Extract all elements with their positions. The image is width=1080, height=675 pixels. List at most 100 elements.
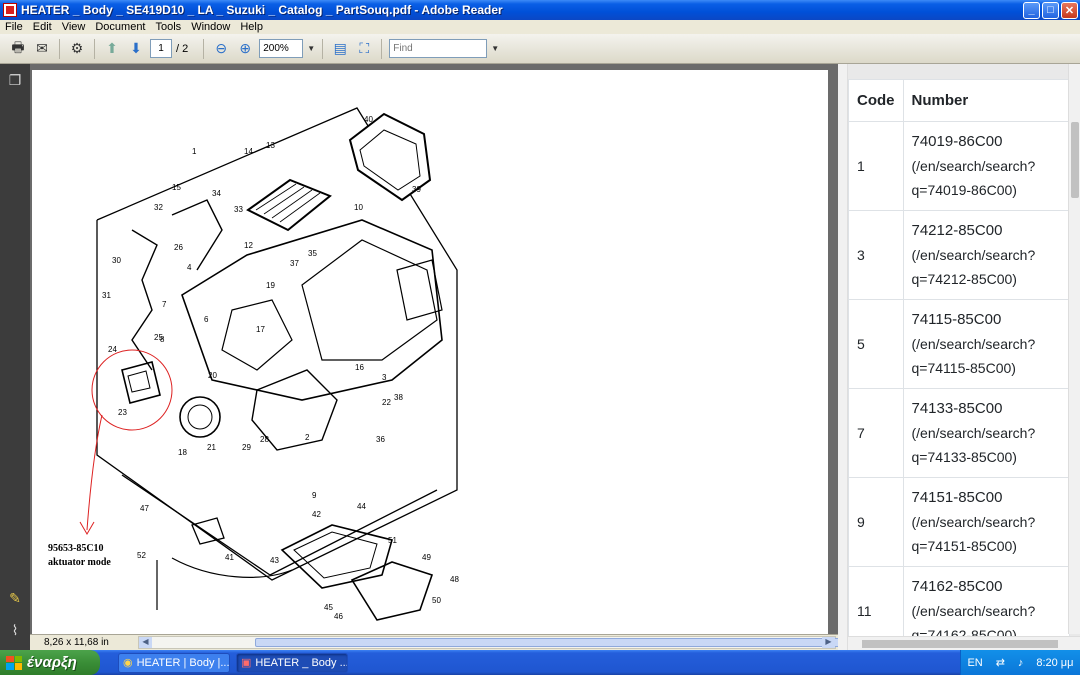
- chrome-icon: ◉: [123, 657, 133, 669]
- next-page-icon[interactable]: ⬇: [126, 39, 146, 59]
- scroll-right-icon[interactable]: ▶: [822, 637, 835, 648]
- svg-text:45: 45: [324, 603, 333, 612]
- browser-window-partial: Code Number 1 74019-86C00 (/en/search/sea…: [838, 64, 1080, 656]
- scroll-thumb[interactable]: [862, 640, 1058, 648]
- part-link[interactable]: (/en/search/search?: [912, 599, 1062, 623]
- svg-text:9: 9: [312, 491, 317, 500]
- fullscreen-icon[interactable]: ⛶: [354, 39, 374, 59]
- menu-edit[interactable]: Edit: [28, 21, 57, 33]
- collaborate-icon[interactable]: ⚙: [67, 39, 87, 59]
- part-number-cell[interactable]: 74212-85C00 (/en/search/search? q=74212-85…: [902, 210, 1070, 300]
- toolbar: 🖶 ✉ ⚙ ⬆ ⬇ / 2 ⊖ ⊕ ▼ ▤ ⛶ ▼: [0, 34, 1080, 64]
- part-query[interactable]: q=74133-85C00): [912, 445, 1062, 469]
- menu-tools[interactable]: Tools: [151, 21, 187, 33]
- svg-text:37: 37: [290, 259, 299, 268]
- find-input[interactable]: [389, 39, 488, 58]
- svg-text:13: 13: [266, 141, 275, 150]
- svg-text:52: 52: [137, 551, 146, 560]
- taskbar-item-label: HEATER | Body |...: [136, 656, 230, 669]
- part-number[interactable]: 74133-85C00: [912, 397, 1062, 421]
- part-code: 7: [848, 388, 904, 478]
- comments-icon[interactable]: ✎: [7, 590, 23, 608]
- part-code: 3: [848, 210, 904, 300]
- menu-help[interactable]: Help: [235, 21, 268, 33]
- pdf-icon: ▣: [241, 657, 252, 669]
- svg-text:39: 39: [412, 185, 421, 194]
- table-row: 3 74212-85C00 (/en/search/search? q=74212-…: [848, 210, 1070, 300]
- part-number[interactable]: 74019-86C00: [912, 130, 1062, 154]
- start-button[interactable]: έναρξη: [0, 650, 100, 675]
- part-query[interactable]: q=74151-85C00): [912, 534, 1062, 558]
- menu-document[interactable]: Document: [90, 21, 150, 33]
- zoom-in-icon[interactable]: ⊕: [235, 39, 255, 59]
- share-icon[interactable]: ✉: [32, 39, 52, 59]
- menu-view[interactable]: View: [57, 21, 91, 33]
- part-number[interactable]: 74151-85C00: [912, 486, 1062, 510]
- language-indicator[interactable]: EN: [967, 657, 982, 669]
- pdf-page[interactable]: 123 467 8 9 10 12 13 14 15 16 17 18 19 20 21 22 23…: [32, 70, 828, 634]
- chevron-down-icon[interactable]: ▼: [491, 39, 499, 59]
- taskbar-item-label: HEATER _ Body ...: [255, 656, 348, 669]
- fit-page-icon[interactable]: ▤: [330, 39, 350, 59]
- zoom-input[interactable]: [259, 39, 304, 58]
- page-size-label: 8,26 x 11,68 in: [44, 637, 109, 648]
- svg-text:22: 22: [382, 398, 391, 407]
- menu-bar: File Edit View Document Tools Window Hel…: [0, 20, 1080, 34]
- vertical-scrollbar[interactable]: [1068, 64, 1080, 634]
- network-icon[interactable]: ⇄: [996, 656, 1005, 669]
- part-number[interactable]: 74162-85C00: [912, 575, 1062, 599]
- minimize-button[interactable]: _: [1023, 1, 1040, 19]
- svg-text:23: 23: [118, 408, 127, 417]
- column-header-code: Code: [848, 79, 904, 122]
- pages-icon[interactable]: ❐: [7, 72, 23, 90]
- svg-text:36: 36: [376, 435, 385, 444]
- zoom-out-icon[interactable]: ⊖: [211, 39, 231, 59]
- horizontal-scrollbar[interactable]: ◀ ▶: [138, 636, 945, 649]
- svg-text:41: 41: [225, 553, 234, 562]
- svg-text:18: 18: [178, 448, 187, 457]
- svg-text:6: 6: [204, 315, 209, 324]
- table-header-row: Code Number: [848, 79, 1070, 122]
- scroll-left-icon[interactable]: ◀: [139, 637, 152, 648]
- taskbar-item-reader[interactable]: ▣ HEATER _ Body ...: [236, 652, 348, 673]
- part-number-cell[interactable]: 74115-85C00 (/en/search/search? q=74115-85…: [902, 299, 1070, 389]
- window-title: HEATER _ Body _ SE419D10 _ LA _ Suzuki _…: [21, 3, 503, 17]
- part-link[interactable]: (/en/search/search?: [912, 421, 1062, 445]
- menu-file[interactable]: File: [0, 21, 28, 33]
- part-number-cell[interactable]: 74019-86C00 (/en/search/search? q=74019-86…: [902, 121, 1070, 211]
- part-link[interactable]: (/en/search/search?: [912, 243, 1062, 267]
- svg-text:42: 42: [312, 510, 321, 519]
- print-icon[interactable]: 🖶: [8, 39, 28, 59]
- part-query[interactable]: q=74115-85C00): [912, 356, 1062, 380]
- previous-page-icon[interactable]: ⬆: [102, 39, 122, 59]
- taskbar-item-browser[interactable]: ◉ HEATER | Body |...: [118, 652, 230, 673]
- volume-icon[interactable]: ♪: [1018, 657, 1024, 669]
- attachments-icon[interactable]: ⌇: [7, 622, 23, 640]
- part-number[interactable]: 74115-85C00: [912, 308, 1062, 332]
- part-link[interactable]: (/en/search/search?: [912, 332, 1062, 356]
- horizontal-scrollbar[interactable]: [848, 636, 1080, 650]
- status-bar: 8,26 x 11,68 in ◀ ▶: [30, 634, 945, 650]
- annotation-part-number: 95653-85C10: [48, 543, 104, 554]
- svg-text:44: 44: [357, 502, 366, 511]
- part-code: 9: [848, 477, 904, 567]
- part-number-cell[interactable]: 74151-85C00 (/en/search/search? q=74151-85…: [902, 477, 1070, 567]
- part-link[interactable]: (/en/search/search?: [912, 510, 1062, 534]
- menu-window[interactable]: Window: [186, 21, 235, 33]
- maximize-button[interactable]: □: [1042, 1, 1059, 19]
- taskbar: έναρξη ◉ HEATER | Body |... ▣ HEATER _ B…: [0, 650, 1080, 675]
- part-query[interactable]: q=74019-86C00): [912, 178, 1062, 202]
- page-number-input[interactable]: [150, 39, 172, 58]
- chevron-down-icon[interactable]: ▼: [307, 39, 315, 59]
- part-number[interactable]: 74212-85C00: [912, 219, 1062, 243]
- svg-text:28: 28: [260, 435, 269, 444]
- part-number-cell[interactable]: 74133-85C00 (/en/search/search? q=74133-85…: [902, 388, 1070, 478]
- close-button[interactable]: ✕: [1061, 1, 1078, 19]
- scroll-thumb[interactable]: [1071, 122, 1079, 198]
- part-query[interactable]: q=74212-85C00): [912, 267, 1062, 291]
- toolbar-separator: [322, 38, 324, 59]
- svg-text:26: 26: [174, 243, 183, 252]
- part-link[interactable]: (/en/search/search?: [912, 154, 1062, 178]
- title-bar: HEATER _ Body _ SE419D10 _ LA _ Suzuki _…: [0, 0, 1080, 20]
- system-tray: EN ⇄ ♪ 8:20 μμ: [960, 650, 1080, 675]
